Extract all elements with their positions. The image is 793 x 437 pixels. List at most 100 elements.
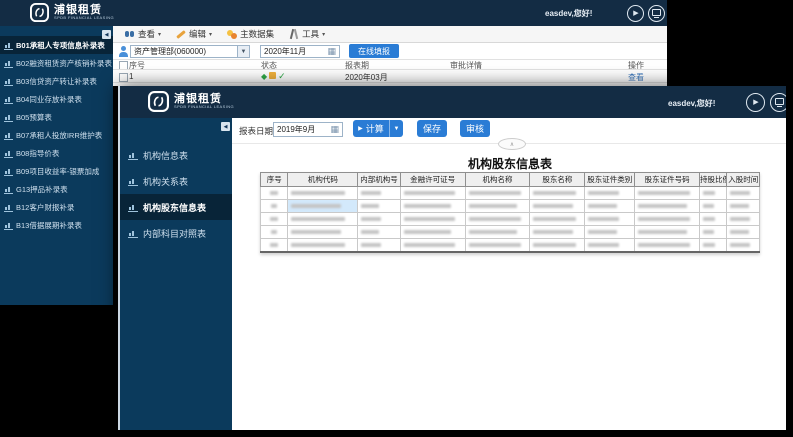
menubar-item-2[interactable]: 编辑▾ <box>176 28 212 40</box>
front-sidebar: 机构信息表机构关系表机构股东信息表内部科目对照表 <box>120 118 232 430</box>
monitor-icon[interactable] <box>770 93 786 112</box>
table-cell[interactable] <box>358 226 400 239</box>
table-cell[interactable] <box>635 187 700 200</box>
table-cell[interactable] <box>261 187 288 200</box>
table-cell[interactable] <box>400 187 465 200</box>
table-cell[interactable] <box>358 187 400 200</box>
table-cell[interactable] <box>465 200 530 213</box>
table-cell[interactable] <box>727 213 760 226</box>
table-cell[interactable] <box>530 200 585 213</box>
table-cell[interactable] <box>635 239 700 253</box>
sidebar-item-report[interactable]: B03信贷资产转让补录表 <box>0 72 113 90</box>
table-cell[interactable] <box>261 226 288 239</box>
panel-collapse-icon[interactable]: ∧ <box>498 138 526 150</box>
table-cell[interactable] <box>727 239 760 253</box>
online-fill-button[interactable]: 在线填报 <box>349 44 399 58</box>
calculate-dropdown-icon[interactable]: ▼ <box>389 120 403 137</box>
table-cell[interactable] <box>288 226 358 239</box>
redacted-value <box>361 230 378 234</box>
sidebar-item-report[interactable]: B07承租人投放IRR维护表 <box>0 126 113 144</box>
calendar-icon[interactable]: ▦ <box>330 125 339 134</box>
table-cell[interactable] <box>465 213 530 226</box>
table-cell[interactable] <box>530 213 585 226</box>
table-cell[interactable] <box>700 200 727 213</box>
table-column-header: 机构名称 <box>465 173 530 187</box>
table-cell[interactable] <box>358 200 400 213</box>
redacted-value <box>291 191 344 195</box>
back-header: 浦银租赁 SPDB FINANCIAL LEASING easdev,您好! ▶ <box>0 0 667 26</box>
sidebar-item-report[interactable]: B13借据展期补录表 <box>0 216 113 234</box>
sidebar-item-report[interactable]: 机构关系表 <box>120 168 232 194</box>
sidebar-item-report[interactable]: 机构股东信息表 <box>120 194 232 220</box>
audit-button[interactable]: 审核 <box>460 120 490 137</box>
user-icon <box>119 46 129 57</box>
sidebar-item-report[interactable]: B08指导价表 <box>0 144 113 162</box>
save-button[interactable]: 保存 <box>417 120 447 137</box>
redacted-value <box>533 243 575 247</box>
table-cell[interactable] <box>635 213 700 226</box>
table-cell[interactable] <box>400 200 465 213</box>
sidebar-item-report[interactable]: B09项目收益率-银票加成 <box>0 162 113 180</box>
table-cell[interactable] <box>288 213 358 226</box>
calculate-button[interactable]: ▶ 计算 ▼ <box>353 120 403 137</box>
run-icon[interactable]: ▶ <box>746 93 765 112</box>
row-checkbox[interactable] <box>119 73 128 82</box>
table-cell[interactable] <box>465 226 530 239</box>
table-cell[interactable] <box>635 226 700 239</box>
table-cell[interactable] <box>261 213 288 226</box>
department-select[interactable]: 资产管理部(060000) ▼ <box>130 45 250 58</box>
table-cell[interactable] <box>700 187 727 200</box>
period-input[interactable]: 2020年11月 ▦ <box>260 45 340 58</box>
table-cell[interactable] <box>585 200 635 213</box>
table-cell[interactable] <box>261 200 288 213</box>
redacted-value <box>638 243 690 247</box>
table-cell[interactable] <box>465 239 530 253</box>
sidebar-item-report[interactable]: 机构信息表 <box>120 142 232 168</box>
table-cell[interactable] <box>288 187 358 200</box>
table-cell[interactable] <box>585 213 635 226</box>
table-cell[interactable] <box>530 226 585 239</box>
menubar-item-4[interactable]: 工具▾ <box>289 28 325 40</box>
table-cell[interactable] <box>400 226 465 239</box>
table-cell[interactable] <box>261 239 288 253</box>
table-cell[interactable] <box>400 213 465 226</box>
status-check-icon: ✓ <box>278 71 286 81</box>
redacted-value <box>730 243 750 247</box>
menubar-item-1[interactable]: 查看▾ <box>125 28 161 40</box>
sidebar-item-label: B04同业存放补录表 <box>16 94 82 105</box>
menubar-item-3[interactable]: 主数据集 <box>227 28 274 40</box>
sidebar-item-report[interactable]: B04同业存放补录表 <box>0 90 113 108</box>
calendar-icon[interactable]: ▦ <box>327 47 336 56</box>
redacted-value <box>533 217 575 221</box>
table-cell[interactable] <box>585 239 635 253</box>
table-cell[interactable] <box>585 226 635 239</box>
table-cell[interactable] <box>530 187 585 200</box>
sidebar-collapse-icon[interactable]: ◀ <box>221 122 230 131</box>
table-cell[interactable] <box>400 239 465 253</box>
table-cell[interactable] <box>700 226 727 239</box>
table-cell[interactable] <box>700 239 727 253</box>
report-date-input[interactable]: 2019年9月 ▦ <box>273 122 343 137</box>
table-cell[interactable] <box>358 213 400 226</box>
sidebar-item-report[interactable]: G13押品补录表 <box>0 180 113 198</box>
table-cell[interactable] <box>727 187 760 200</box>
table-cell[interactable] <box>288 239 358 253</box>
table-cell[interactable] <box>635 200 700 213</box>
table-cell[interactable] <box>288 200 358 213</box>
select-arrow-icon[interactable]: ▼ <box>237 46 249 57</box>
monitor-icon[interactable] <box>648 5 665 22</box>
sidebar-item-report[interactable]: 内部科目对照表 <box>120 220 232 246</box>
table-cell[interactable] <box>465 187 530 200</box>
sidebar-item-report[interactable]: B12客户财报补录 <box>0 198 113 216</box>
table-cell[interactable] <box>530 239 585 253</box>
table-cell[interactable] <box>700 213 727 226</box>
table-cell[interactable] <box>727 226 760 239</box>
sidebar-item-report[interactable]: B02融资租赁资产核销补录表 <box>0 54 113 72</box>
sidebar-item-report[interactable]: B01承租人专项信息补录表 <box>0 36 113 54</box>
sidebar-collapse-icon[interactable]: ◀ <box>102 30 111 39</box>
table-cell[interactable] <box>358 239 400 253</box>
sidebar-item-report[interactable]: B05预算表 <box>0 108 113 126</box>
table-cell[interactable] <box>727 200 760 213</box>
table-cell[interactable] <box>585 187 635 200</box>
run-icon[interactable]: ▶ <box>627 5 644 22</box>
